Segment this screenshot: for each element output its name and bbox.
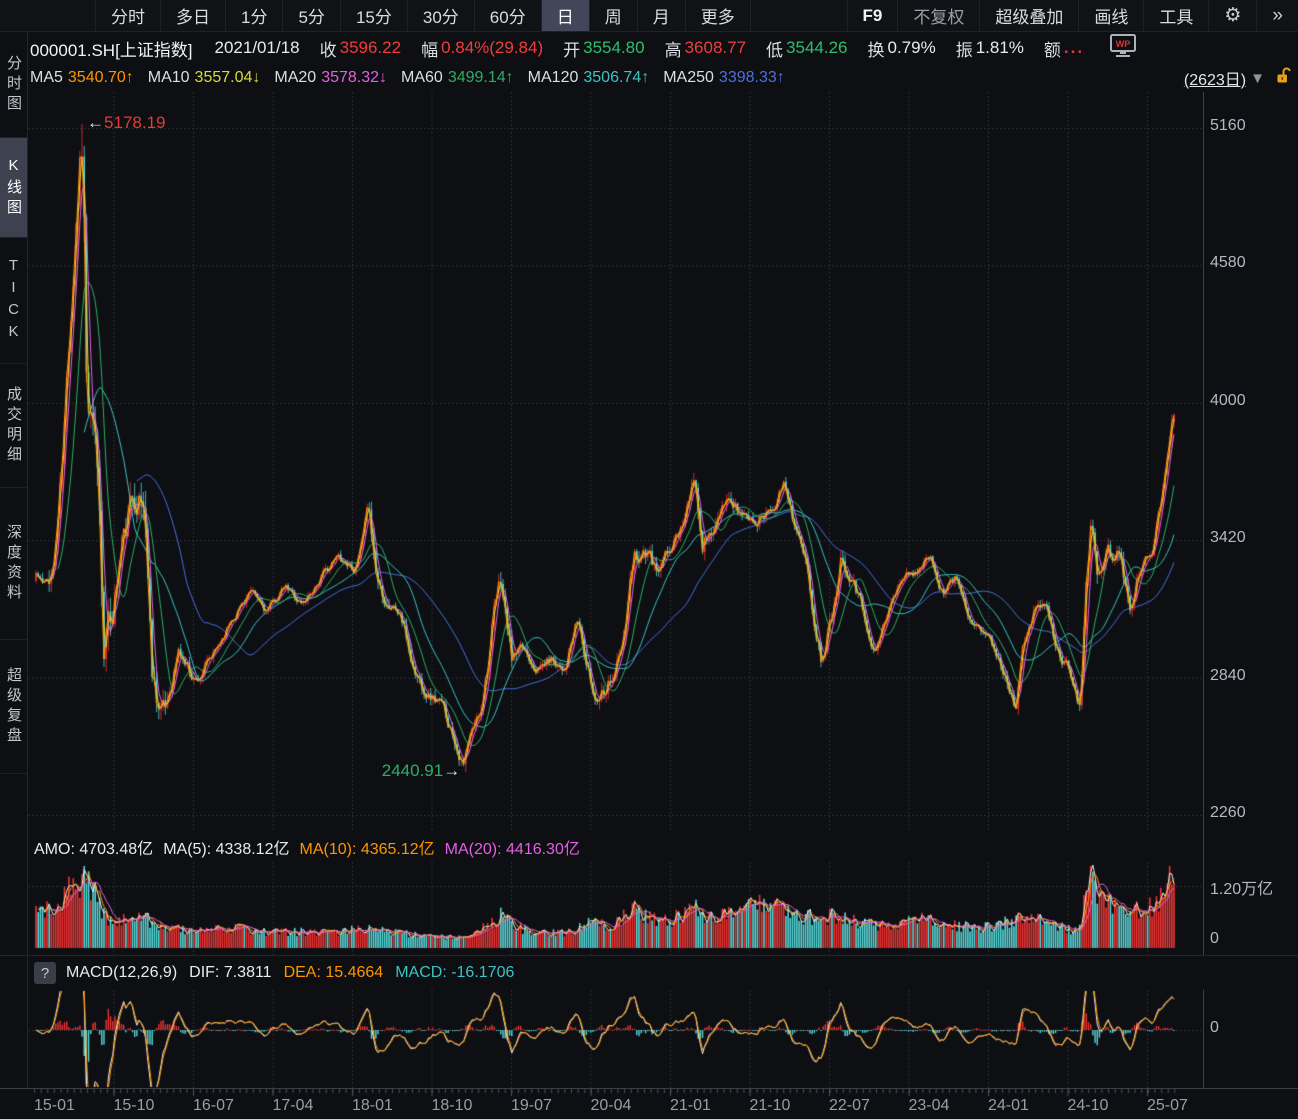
x-axis-label: 25-07 (1147, 1097, 1188, 1115)
high-field: 高3608.77 (665, 36, 746, 61)
x-axis-label: 16-07 (193, 1097, 234, 1115)
volume-chart-canvas[interactable] (28, 862, 1203, 955)
quote-date: 2021/01/18 (215, 38, 300, 58)
amo-value: AMO: 4703.48亿 (34, 835, 153, 859)
ma20-legend: MA203578.32↓ (274, 69, 387, 87)
double-chevron-icon[interactable]: » (1256, 0, 1298, 31)
ma120-legend: MA1203506.74↑ (528, 69, 650, 87)
price-chart-canvas[interactable] (28, 92, 1203, 832)
x-axis-label: 21-01 (670, 1097, 711, 1115)
period-toolbar: 分时 多日 1分 5分 15分 30分 60分 日 周 月 更多 F9 不复权 … (0, 0, 1298, 32)
sidebar-item-trade-detail[interactable]: 成交明细 (0, 364, 27, 488)
macd-value: MACD: -16.1706 (395, 964, 514, 982)
view-sidebar: 分时图 K线图 TICK 成交明细 深度资料 超级复盘 (0, 32, 28, 1088)
ma-legend-bar: MA53540.70↑ MA103557.04↓ MA203578.32↓ MA… (30, 64, 1298, 92)
tab-60min[interactable]: 60分 (475, 0, 542, 31)
amo-legend-bar: AMO: 4703.48亿 MA(5): 4338.12亿 MA(10): 43… (34, 832, 1194, 862)
ma10-legend: MA103557.04↓ (148, 69, 261, 87)
f9-button[interactable]: F9 (847, 0, 898, 31)
tab-5min[interactable]: 5分 (283, 0, 340, 31)
price-axis-tick: 4000 (1210, 392, 1246, 410)
chevron-down-icon[interactable]: ▼ (1250, 70, 1265, 87)
svg-text:WP: WP (1116, 39, 1131, 49)
x-axis-label: 21-10 (750, 1097, 791, 1115)
pane-separator (0, 955, 1298, 956)
ma60-legend: MA603499.14↑ (401, 69, 514, 87)
quote-info-bar: 000001.SH[上证指数] 2021/01/18 收3596.22 幅0.8… (30, 32, 1298, 64)
macd-axis-line (1203, 990, 1204, 1088)
wp-monitor-icon[interactable]: WP (1110, 34, 1136, 63)
toolbar-right-group: F9 不复权 超级叠加 画线 工具 ⚙ » (847, 0, 1298, 31)
macd-params: MACD(12,26,9) (66, 964, 177, 982)
stock-app-window: 分时 多日 1分 5分 15分 30分 60分 日 周 月 更多 F9 不复权 … (0, 0, 1298, 1119)
tab-monthly[interactable]: 月 (638, 0, 686, 31)
tab-more-periods[interactable]: 更多 (686, 0, 751, 31)
tab-1min[interactable]: 1分 (226, 0, 283, 31)
amo-ma5: MA(5): 4338.12亿 (163, 835, 289, 859)
x-axis-label: 17-04 (273, 1097, 314, 1115)
amo-ma20: MA(20): 4416.30亿 (445, 835, 580, 859)
sidebar-item-super-replay[interactable]: 超级复盘 (0, 640, 27, 774)
unlock-icon[interactable] (1275, 67, 1292, 89)
visible-bars-count[interactable]: (2623日) (1184, 66, 1246, 90)
tab-timeshare[interactable]: 分时 (96, 0, 161, 31)
x-axis-label: 19-07 (511, 1097, 552, 1115)
amount-field: 额... (1044, 36, 1088, 61)
x-axis-label: 15-01 (34, 1097, 75, 1115)
sidebar-item-timeshare-chart[interactable]: 分时图 (0, 32, 27, 138)
toolbar-spacer (0, 0, 96, 31)
price-axis-tick: 3420 (1210, 529, 1246, 547)
price-axis-tick: 4580 (1210, 254, 1246, 272)
volume-axis-tick: 0 (1210, 930, 1219, 948)
tab-15min[interactable]: 15分 (341, 0, 408, 31)
x-axis-label: 23-04 (909, 1097, 950, 1115)
macd-axis-tick: 0 (1210, 1019, 1219, 1037)
x-axis-separator (0, 1088, 1298, 1089)
x-axis-label: 18-10 (432, 1097, 473, 1115)
symbol-name[interactable]: 000001.SH[上证指数] (30, 36, 193, 61)
tab-multiday[interactable]: 多日 (161, 0, 226, 31)
ma250-legend: MA2503398.33↑ (663, 69, 785, 87)
x-axis-label: 22-07 (829, 1097, 870, 1115)
sidebar-item-tick[interactable]: TICK (0, 238, 27, 364)
period-count-group: (2623日) ▼ (1184, 66, 1298, 90)
macd-dif: DIF: 7.3811 (189, 964, 271, 982)
tab-weekly[interactable]: 周 (590, 0, 638, 31)
x-axis-label: 20-04 (591, 1097, 632, 1115)
tools-button[interactable]: 工具 (1143, 0, 1208, 31)
sidebar-item-depth-info[interactable]: 深度资料 (0, 488, 27, 640)
macd-dea: DEA: 15.4664 (284, 964, 384, 982)
adjust-mode-button[interactable]: 不复权 (897, 0, 979, 31)
volume-axis-tick: 1.20万亿 (1210, 875, 1273, 899)
price-axis-line (1203, 92, 1204, 955)
tab-30min[interactable]: 30分 (408, 0, 475, 31)
price-axis-tick: 2840 (1210, 667, 1246, 685)
x-axis-label: 15-10 (114, 1097, 155, 1115)
x-axis-label: 24-01 (988, 1097, 1029, 1115)
turnover-field: 换0.79% (868, 36, 936, 61)
low-annotation: 2440.91→ (382, 761, 460, 781)
high-annotation: ←5178.19 (87, 113, 165, 133)
amo-ma10: MA(10): 4365.12亿 (299, 835, 434, 859)
help-button[interactable]: ? (34, 962, 56, 984)
open-field: 开3554.80 (563, 36, 644, 61)
gear-icon[interactable]: ⚙ (1208, 0, 1256, 31)
x-axis-label: 18-01 (352, 1097, 393, 1115)
price-axis-tick: 5160 (1210, 117, 1246, 135)
macd-legend-bar: ? MACD(12,26,9) DIF: 7.3811 DEA: 15.4664… (34, 958, 1194, 988)
macd-chart-canvas[interactable] (28, 990, 1203, 1088)
ma5-legend: MA53540.70↑ (30, 69, 134, 87)
low-field: 低3544.26 (766, 36, 847, 61)
sidebar-item-kline-chart[interactable]: K线图 (0, 138, 27, 238)
x-axis-label: 24-10 (1068, 1097, 1109, 1115)
close-field: 收3596.22 (320, 36, 401, 61)
price-axis-tick: 2260 (1210, 804, 1246, 822)
change-field: 幅0.84%(29.84) (421, 36, 543, 61)
super-overlay-button[interactable]: 超级叠加 (979, 0, 1078, 31)
draw-line-button[interactable]: 画线 (1078, 0, 1143, 31)
tab-daily[interactable]: 日 (542, 0, 590, 31)
amplitude-field: 振1.81% (956, 36, 1024, 61)
